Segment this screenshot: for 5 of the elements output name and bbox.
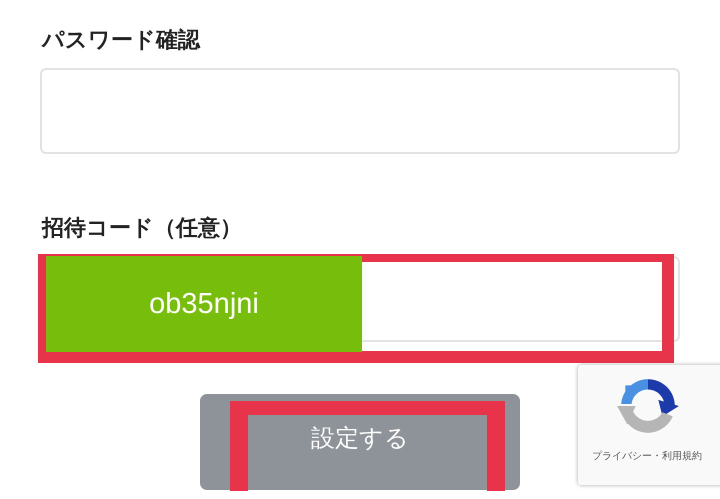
field-label: パスワード確認 bbox=[42, 27, 202, 55]
field-label: 招待コード（任意） bbox=[42, 215, 243, 243]
password-field[interactable] bbox=[40, 68, 680, 154]
privacy-terms-link[interactable]: プライバシー・利用規約 bbox=[592, 449, 702, 463]
code-overlay: ob35njni bbox=[46, 256, 362, 352]
